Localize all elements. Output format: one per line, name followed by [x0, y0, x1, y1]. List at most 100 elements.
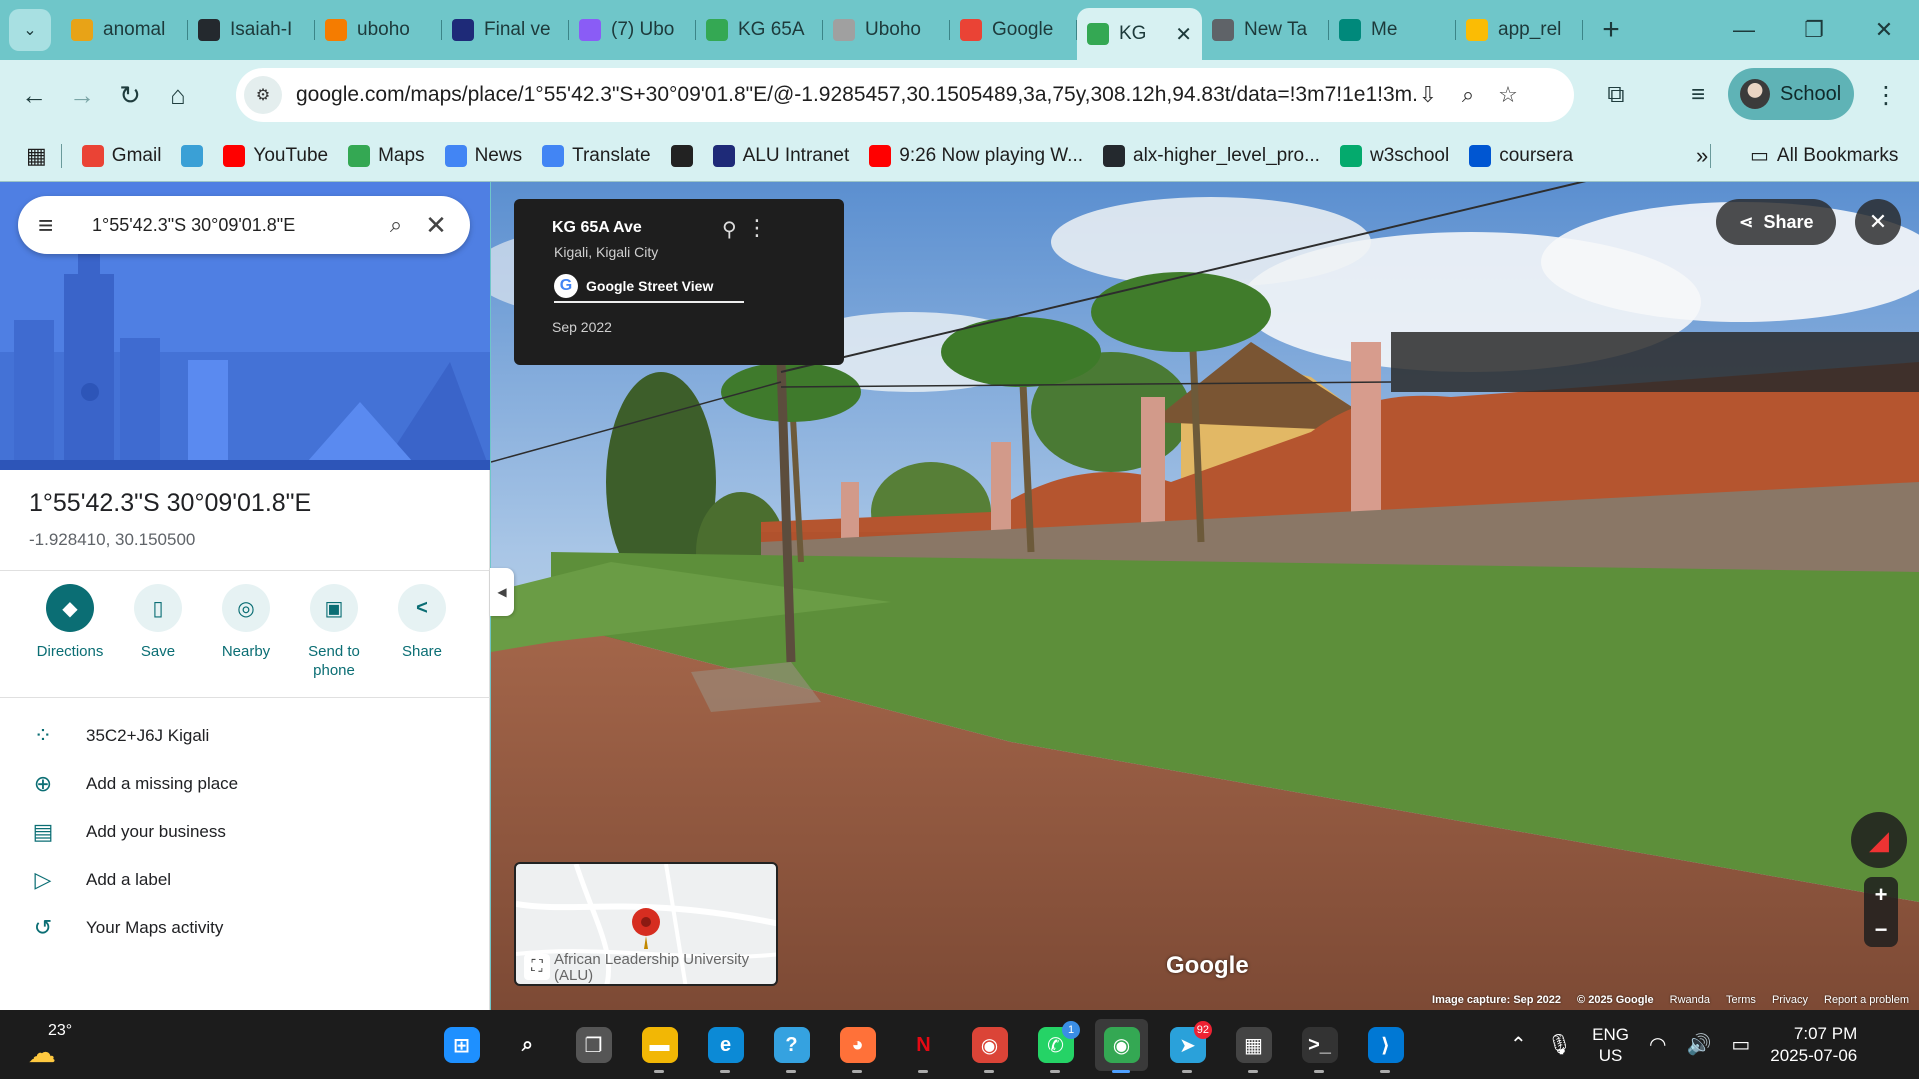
list-item[interactable]: ↺ Your Maps activity: [0, 904, 490, 952]
clock[interactable]: 7:07 PM 2025-07-06: [1770, 1023, 1857, 1067]
close-street-view-button[interactable]: ✕: [1855, 199, 1901, 245]
media-controls-icon[interactable]: ≡: [1678, 73, 1718, 117]
send-to-phone-button[interactable]: ▣ Send to phone: [290, 584, 378, 680]
chrome-profile-taskbar-button[interactable]: ◉: [1095, 1019, 1148, 1073]
bookmark-4[interactable]: News: [444, 144, 522, 167]
extensions-icon[interactable]: ⧉: [1596, 73, 1636, 117]
back-button[interactable]: ←: [10, 71, 58, 119]
bookmark-9[interactable]: alx-higher_level_pro...: [1103, 144, 1320, 167]
more-bookmarks-button[interactable]: »: [1696, 143, 1708, 169]
new-tab-button[interactable]: +: [1591, 10, 1631, 50]
battery-icon[interactable]: ▭: [1731, 1032, 1750, 1057]
file-explorer-taskbar-button[interactable]: ▬: [633, 1019, 686, 1073]
tab-7[interactable]: Google: [950, 8, 1077, 52]
search-box[interactable]: ≡ 1°55'42.3"S 30°09'01.8"E ⌕ ✕: [18, 196, 470, 254]
bookmark-6[interactable]: [670, 144, 693, 167]
search-input[interactable]: 1°55'42.3"S 30°09'01.8"E: [92, 215, 376, 236]
weather-widget[interactable]: ☁ 23°: [28, 1020, 88, 1070]
terminal-taskbar-button[interactable]: >_: [1293, 1019, 1346, 1073]
share-button[interactable]: < Share: [378, 584, 466, 680]
search-taskbar-button[interactable]: ⌕: [501, 1019, 554, 1071]
microphone-icon[interactable]: 🎙: [1547, 1032, 1572, 1057]
footer-item[interactable]: Privacy: [1772, 994, 1808, 1006]
calculator-taskbar-button[interactable]: ▦: [1227, 1019, 1280, 1073]
bookmark-3[interactable]: Maps: [348, 144, 425, 167]
tab-search-button[interactable]: ⌄: [9, 9, 51, 51]
restore-button[interactable]: ❐: [1779, 0, 1849, 60]
share-button[interactable]: ⋖ Share: [1716, 199, 1836, 245]
nearby-button[interactable]: ◎ Nearby: [202, 584, 290, 680]
bookmark-7[interactable]: ALU Intranet: [712, 144, 849, 167]
tab-1[interactable]: Isaiah-I: [188, 8, 315, 52]
bookmark-5[interactable]: Translate: [542, 144, 651, 167]
tab-9[interactable]: New Ta: [1202, 8, 1329, 52]
more-vert-icon[interactable]: ⋮: [746, 215, 768, 241]
list-item[interactable]: ▤ Add your business: [0, 808, 490, 856]
search-icon[interactable]: ⌕: [376, 212, 416, 238]
volume-icon[interactable]: 🔊: [1686, 1032, 1711, 1057]
tab-0[interactable]: anomal: [61, 8, 188, 52]
location-pin-icon[interactable]: ⚲: [722, 217, 737, 242]
tab-6[interactable]: Uboho: [823, 8, 950, 52]
url-text[interactable]: google.com/maps/place/1°55'42.3"S+30°09'…: [296, 83, 1416, 107]
site-info-button[interactable]: ⚙: [244, 76, 282, 114]
chrome-taskbar-button[interactable]: ◉: [963, 1019, 1016, 1073]
tab-3[interactable]: Final ve: [442, 8, 569, 52]
tab-11[interactable]: app_rel: [1456, 8, 1583, 52]
task-view-taskbar-button[interactable]: ❐: [567, 1019, 620, 1071]
bookmark-1[interactable]: [181, 144, 204, 167]
expand-icon[interactable]: ⛶: [524, 954, 550, 980]
copilot-taskbar-button[interactable]: ?: [765, 1019, 818, 1073]
all-bookmarks-button[interactable]: ▭ All Bookmarks: [1750, 143, 1898, 168]
reload-button[interactable]: ↻: [106, 71, 154, 119]
list-item[interactable]: ▷ Add a label: [0, 856, 490, 904]
netflix-taskbar-button[interactable]: N: [897, 1019, 950, 1073]
street-view-panorama[interactable]: KG 65A Ave Kigali, Kigali City ⚲ ⋮ G Goo…: [491, 182, 1919, 1010]
home-button[interactable]: ⌂: [154, 71, 202, 119]
close-icon[interactable]: ✕: [416, 210, 456, 241]
edge-taskbar-button[interactable]: e: [699, 1019, 752, 1073]
bookmark-star-icon[interactable]: ☆: [1494, 81, 1522, 109]
zoom-out-button[interactable]: −: [1875, 917, 1888, 943]
bookmark-2[interactable]: YouTube: [223, 144, 328, 167]
mini-map[interactable]: ⛶ African Leadership University (ALU): [514, 862, 778, 986]
tab-5[interactable]: KG 65A: [696, 8, 823, 52]
footer-item[interactable]: Terms: [1726, 994, 1756, 1006]
tab-8[interactable]: KG ✕: [1077, 8, 1202, 60]
footer-item[interactable]: Report a problem: [1824, 994, 1909, 1006]
wifi-icon[interactable]: ◠: [1649, 1032, 1666, 1057]
close-icon[interactable]: ✕: [1175, 22, 1192, 47]
profile-button[interactable]: School: [1728, 68, 1854, 120]
directions-button[interactable]: ◆ Directions: [26, 584, 114, 680]
close-window-button[interactable]: ✕: [1849, 0, 1919, 60]
tab-2[interactable]: uboho: [315, 8, 442, 52]
list-item[interactable]: ⊕ Add a missing place: [0, 760, 490, 808]
telegram-taskbar-button[interactable]: ➤ 92: [1161, 1019, 1214, 1073]
bookmark-10[interactable]: w3school: [1339, 144, 1449, 167]
more-menu-icon[interactable]: ⋮: [1866, 73, 1906, 117]
windows-start-taskbar-button[interactable]: ⊞: [435, 1019, 488, 1071]
share-label: Share: [1763, 211, 1814, 232]
minimize-button[interactable]: —: [1709, 0, 1779, 60]
bookmark-0[interactable]: Gmail: [81, 144, 161, 167]
language-indicator[interactable]: ENG US: [1592, 1024, 1629, 1066]
menu-icon[interactable]: ≡: [38, 210, 68, 241]
bookmark-11[interactable]: coursera: [1469, 144, 1573, 167]
save-button[interactable]: ▯ Save: [114, 584, 202, 680]
tab-10[interactable]: Me: [1329, 8, 1456, 52]
collapse-panel-button[interactable]: ◀: [490, 568, 514, 616]
forward-button[interactable]: →: [58, 71, 106, 119]
chevron-up-icon[interactable]: ⌃: [1510, 1032, 1527, 1057]
list-item[interactable]: ⁘ 35C2+J6J Kigali: [0, 712, 490, 760]
bookmark-8[interactable]: 9:26 Now playing W...: [869, 144, 1083, 167]
install-app-icon[interactable]: ⇩: [1414, 81, 1442, 109]
address-bar[interactable]: ⚙ google.com/maps/place/1°55'42.3"S+30°0…: [236, 68, 1574, 122]
compass-button[interactable]: ◢: [1851, 812, 1907, 868]
tab-4[interactable]: (7) Ubo: [569, 8, 696, 52]
firefox-taskbar-button[interactable]: ◕: [831, 1019, 884, 1073]
vscode-taskbar-button[interactable]: ⟩: [1359, 1019, 1412, 1073]
apps-button[interactable]: ▦: [26, 143, 47, 169]
zoom-icon[interactable]: ⌕: [1454, 81, 1482, 109]
zoom-in-button[interactable]: +: [1875, 882, 1888, 908]
whatsapp-taskbar-button[interactable]: ✆ 1: [1029, 1019, 1082, 1073]
